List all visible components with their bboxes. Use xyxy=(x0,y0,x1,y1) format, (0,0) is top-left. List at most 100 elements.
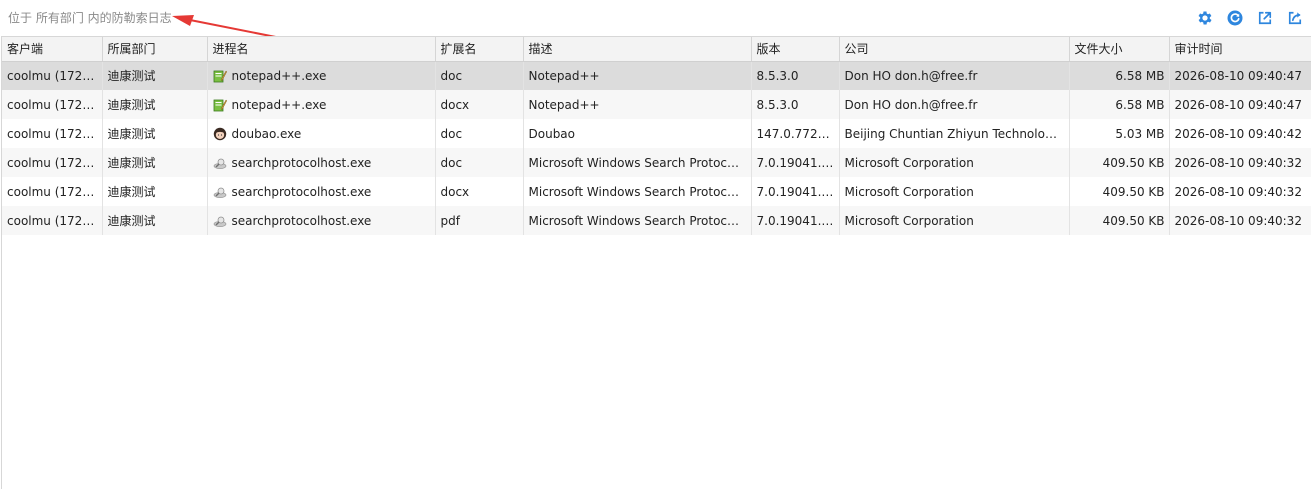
process-name: doubao.exe xyxy=(231,126,302,141)
cell-version: 8.5.3.0 xyxy=(751,61,840,90)
table-row[interactable]: coolmu (172.1... 迪康测试 doubao.exe doc Doubao 1… xyxy=(2,119,1311,148)
cell-process: searchprotocolhost.exe xyxy=(207,206,436,235)
search-protocol-icon xyxy=(213,156,227,170)
cell-department: 迪康测试 xyxy=(102,177,208,206)
process-name: notepad++.exe xyxy=(231,68,327,83)
cell-process: doubao.exe xyxy=(207,119,436,148)
cell-company: Microsoft Corporation xyxy=(839,206,1070,235)
process-cell-content: searchprotocolhost.exe xyxy=(213,214,430,228)
cell-department: 迪康测试 xyxy=(102,206,208,235)
cell-audit-time: 2026-08-10 09:40:32 xyxy=(1169,177,1311,206)
process-cell-content: searchprotocolhost.exe xyxy=(213,185,430,199)
process-name: notepad++.exe xyxy=(231,97,327,112)
cell-description: Microsoft Windows Search Protocol... xyxy=(523,148,752,177)
cell-audit-time: 2026-08-10 09:40:32 xyxy=(1169,206,1311,235)
cell-extension: docx xyxy=(435,90,524,119)
cell-file-size: 5.03 MB xyxy=(1069,119,1170,148)
cell-department: 迪康测试 xyxy=(102,148,208,177)
column-header-version[interactable]: 版本 xyxy=(751,37,840,62)
cell-company: Don HO don.h@free.fr xyxy=(839,90,1070,119)
cell-audit-time: 2026-08-10 09:40:47 xyxy=(1169,61,1311,90)
cell-file-size: 409.50 KB xyxy=(1069,206,1170,235)
cell-company: Beijing Chuntian Zhiyun Technology ... xyxy=(839,119,1070,148)
audit-log-table: 客户端 所属部门 进程名 扩展名 描述 版本 公司 文件大小 审计时间 cool… xyxy=(2,37,1311,235)
column-header-company[interactable]: 公司 xyxy=(839,37,1070,62)
column-header-audit-time[interactable]: 审计时间 xyxy=(1169,37,1311,62)
share-icon xyxy=(1288,11,1302,25)
cell-version: 7.0.19041.6... xyxy=(751,177,840,206)
cell-version: 147.0.7727.... xyxy=(751,119,840,148)
cell-company: Don HO don.h@free.fr xyxy=(839,61,1070,90)
search-protocol-icon xyxy=(213,214,227,228)
cell-process: searchprotocolhost.exe xyxy=(207,148,436,177)
cell-extension: doc xyxy=(435,119,524,148)
cell-file-size: 6.58 MB xyxy=(1069,90,1170,119)
cell-description: Doubao xyxy=(523,119,752,148)
cell-department: 迪康测试 xyxy=(102,61,208,90)
cell-description: Microsoft Windows Search Protocol... xyxy=(523,177,752,206)
cell-file-size: 409.50 KB xyxy=(1069,177,1170,206)
cell-department: 迪康测试 xyxy=(102,119,208,148)
audit-log-grid: 客户端 所属部门 进程名 扩展名 描述 版本 公司 文件大小 审计时间 cool… xyxy=(1,36,1311,489)
cell-company: Microsoft Corporation xyxy=(839,177,1070,206)
cell-department: 迪康测试 xyxy=(102,90,208,119)
cell-file-size: 409.50 KB xyxy=(1069,148,1170,177)
cell-extension: doc xyxy=(435,61,524,90)
cell-version: 7.0.19041.6... xyxy=(751,206,840,235)
location-breadcrumb: 位于 所有部门 内的防勒索日志 xyxy=(8,11,172,25)
cell-audit-time: 2026-08-10 09:40:32 xyxy=(1169,148,1311,177)
cell-company: Microsoft Corporation xyxy=(839,148,1070,177)
table-row[interactable]: coolmu (172.1... 迪康测试 searchprotocolhost.e… xyxy=(2,206,1311,235)
export-icon xyxy=(1258,11,1272,25)
cell-process: notepad++.exe xyxy=(207,61,436,90)
process-name: searchprotocolhost.exe xyxy=(231,155,372,170)
share-button[interactable] xyxy=(1285,8,1305,28)
table-row[interactable]: coolmu (172.1... 迪康测试 notepad++.exe doc Note… xyxy=(2,61,1311,90)
table-row[interactable]: coolmu (172.1... 迪康测试 searchprotocolhost.e… xyxy=(2,177,1311,206)
column-header-extension[interactable]: 扩展名 xyxy=(435,37,524,62)
refresh-icon xyxy=(1227,10,1243,26)
process-cell-content: notepad++.exe xyxy=(213,69,430,83)
process-name: searchprotocolhost.exe xyxy=(231,213,372,228)
process-cell-content: doubao.exe xyxy=(213,127,430,141)
cell-client: coolmu (172.1... xyxy=(2,119,103,148)
cell-client: coolmu (172.1... xyxy=(2,61,103,90)
column-header-file-size[interactable]: 文件大小 xyxy=(1069,37,1170,62)
refresh-button[interactable] xyxy=(1225,8,1245,28)
search-protocol-icon xyxy=(213,185,227,199)
column-header-description[interactable]: 描述 xyxy=(523,37,752,62)
process-cell-content: notepad++.exe xyxy=(213,98,430,112)
table-row[interactable]: coolmu (172.1... 迪康测试 searchprotocolhost.e… xyxy=(2,148,1311,177)
gear-icon xyxy=(1198,11,1212,25)
cell-extension: docx xyxy=(435,177,524,206)
column-header-department[interactable]: 所属部门 xyxy=(102,37,208,62)
table-row[interactable]: coolmu (172.1... 迪康测试 notepad++.exe docx Not… xyxy=(2,90,1311,119)
cell-file-size: 6.58 MB xyxy=(1069,61,1170,90)
cell-audit-time: 2026-08-10 09:40:42 xyxy=(1169,119,1311,148)
cell-client: coolmu (172.1... xyxy=(2,177,103,206)
cell-process: notepad++.exe xyxy=(207,90,436,119)
cell-description: Notepad++ xyxy=(523,61,752,90)
column-header-process[interactable]: 进程名 xyxy=(207,37,436,62)
cell-version: 8.5.3.0 xyxy=(751,90,840,119)
export-button[interactable] xyxy=(1255,8,1275,28)
cell-description: Notepad++ xyxy=(523,90,752,119)
cell-client: coolmu (172.1... xyxy=(2,90,103,119)
top-bar: 位于 所有部门 内的防勒索日志 xyxy=(0,0,1311,36)
notepad-icon xyxy=(213,69,227,83)
cell-client: coolmu (172.1... xyxy=(2,206,103,235)
table-header-row: 客户端 所属部门 进程名 扩展名 描述 版本 公司 文件大小 审计时间 xyxy=(2,37,1311,62)
notepad-icon xyxy=(213,98,227,112)
doubao-icon xyxy=(213,127,227,141)
cell-version: 7.0.19041.6... xyxy=(751,148,840,177)
cell-description: Microsoft Windows Search Protocol... xyxy=(523,206,752,235)
toolbar xyxy=(1195,8,1305,28)
process-cell-content: searchprotocolhost.exe xyxy=(213,156,430,170)
cell-extension: pdf xyxy=(435,206,524,235)
cell-process: searchprotocolhost.exe xyxy=(207,177,436,206)
process-name: searchprotocolhost.exe xyxy=(231,184,372,199)
column-header-client[interactable]: 客户端 xyxy=(2,37,103,62)
cell-extension: doc xyxy=(435,148,524,177)
cell-client: coolmu (172.1... xyxy=(2,148,103,177)
settings-button[interactable] xyxy=(1195,8,1215,28)
